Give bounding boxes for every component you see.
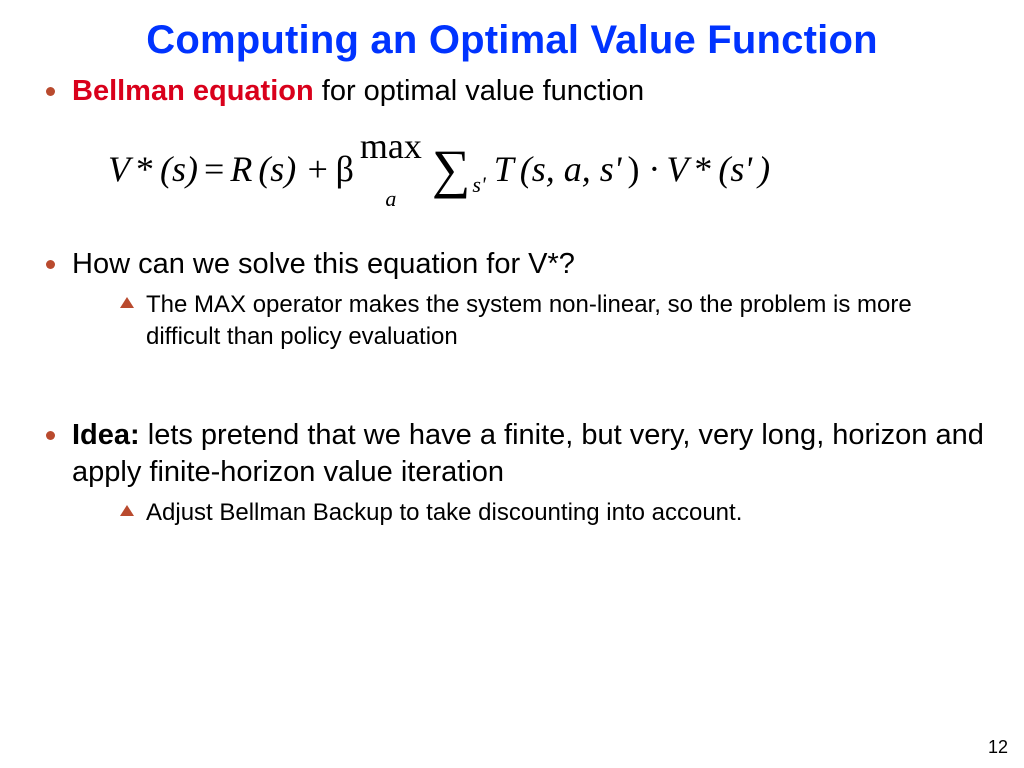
- bellman-emph: Bellman equation: [72, 75, 314, 107]
- bullet-idea: Idea: lets pretend that we have a finite…: [36, 417, 988, 529]
- eq-equals: =: [204, 148, 224, 190]
- eq-max-word: max: [360, 128, 422, 164]
- slide-title: Computing an Optimal Value Function: [36, 18, 988, 63]
- eq-v2c: ): [758, 148, 770, 190]
- eq-v2b: (s': [718, 148, 752, 190]
- spacer: [36, 371, 988, 417]
- eq-r: R: [230, 148, 252, 190]
- bullet-solve: How can we solve this equation for V*? T…: [36, 246, 988, 352]
- idea-rest: lets pretend that we have a finite, but …: [72, 419, 984, 488]
- bullet-bellman-equation: Bellman equation for optimal value funct…: [36, 73, 988, 110]
- bullet-list-3: Idea: lets pretend that we have a finite…: [36, 417, 988, 529]
- eq-max-sub: a: [385, 188, 396, 210]
- sub-adjust-backup: Adjust Bellman Backup to take discountin…: [72, 497, 988, 529]
- eq-sigma-sub: s': [472, 172, 485, 198]
- eq-star1: *: [136, 148, 154, 190]
- eq-sigma: ∑ s': [432, 142, 486, 196]
- bellman-rest: for optimal value function: [314, 75, 644, 107]
- sigma-icon: ∑: [432, 142, 471, 196]
- eq-lhs-b: (s): [160, 148, 198, 190]
- sub-nonlinear: The MAX operator makes the system non-li…: [72, 289, 988, 352]
- sublist-idea: Adjust Bellman Backup to take discountin…: [72, 497, 988, 529]
- idea-emph: Idea:: [72, 419, 140, 451]
- eq-t3: ) ·: [627, 148, 660, 190]
- bellman-equation-formula: V * (s) = R (s) + β max a ∑ s' T (s, a, …: [108, 128, 988, 210]
- bullet-list-2: How can we solve this equation for V*? T…: [36, 246, 988, 352]
- eq-max: max a: [360, 128, 422, 210]
- eq-t2: (s, a, s': [520, 148, 622, 190]
- page-number: 12: [988, 737, 1008, 758]
- eq-beta: β: [336, 148, 354, 190]
- bullet-list: Bellman equation for optimal value funct…: [36, 73, 988, 110]
- eq-r2: (s) +: [258, 148, 329, 190]
- sub-nonlinear-text: The MAX operator makes the system non-li…: [146, 291, 912, 350]
- eq-t: T: [494, 148, 514, 190]
- sublist-solve: The MAX operator makes the system non-li…: [72, 289, 988, 352]
- sub-adjust-backup-text: Adjust Bellman Backup to take discountin…: [146, 499, 742, 526]
- bullet-solve-text: How can we solve this equation for V*?: [72, 248, 575, 280]
- slide: Computing an Optimal Value Function Bell…: [0, 0, 1024, 768]
- eq-star2: *: [694, 148, 712, 190]
- eq-v2: V: [666, 148, 688, 190]
- eq-v: V: [108, 148, 130, 190]
